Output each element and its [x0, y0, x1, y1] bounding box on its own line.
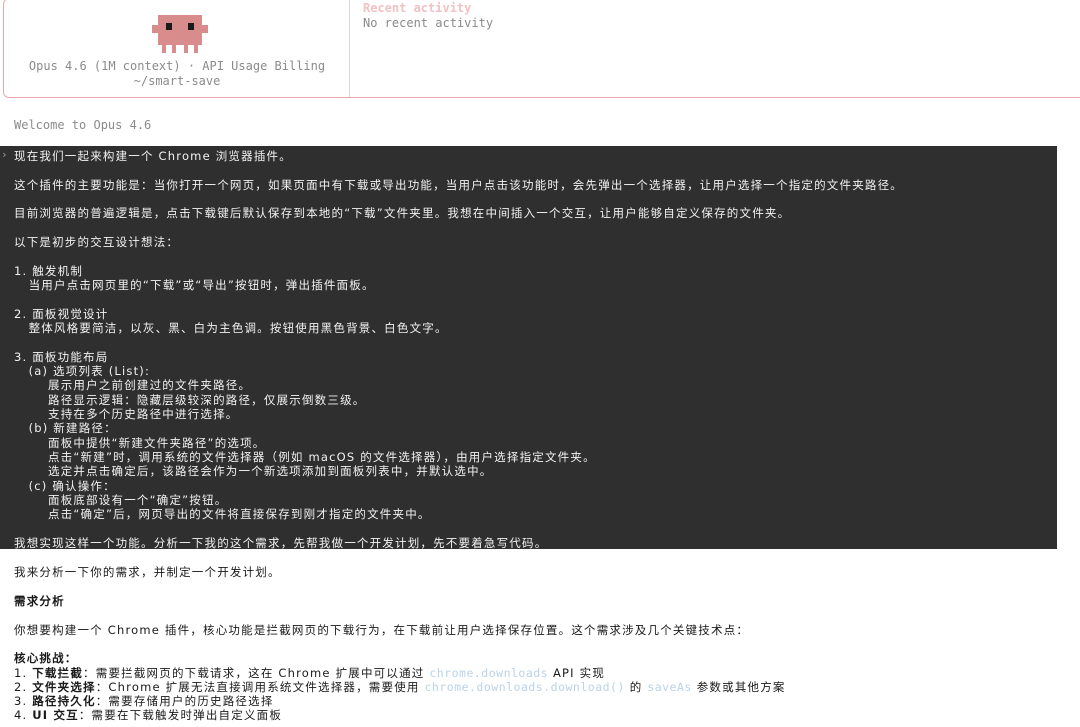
prompt-line: 点击“确定”后，网页导出的文件将直接保存到刚才指定的文件夹中。: [14, 507, 431, 521]
working-directory: ~/smart-save: [133, 74, 221, 88]
model-info: Opus 4.6 (1M context) · API Usage Billin…: [28, 59, 326, 73]
prompt-line: 展示用户之前创建过的文件夹路径。: [14, 378, 252, 392]
welcome-panel: Opus 4.6 (1M context) · API Usage Billin…: [3, 0, 1080, 98]
item-text: 参数或其他方案: [691, 680, 786, 694]
item-heading: UI 交互: [32, 708, 79, 722]
response-summary: 你想要构建一个 Chrome 插件，核心功能是拦截网页的下载行为，在下载前让用户…: [14, 623, 750, 637]
prompt-line: 目前浏览器的普遍逻辑是，点击下载键后默认保存到本地的“下载”文件夹里。我想在中间…: [14, 206, 791, 220]
welcome-message: Welcome to Opus 4.6: [14, 118, 152, 132]
item-heading: 文件夹选择: [32, 680, 96, 694]
item-text: 的: [624, 680, 648, 694]
prompt-line: 以下是初步的交互设计想法：: [14, 235, 180, 249]
recent-activity-empty: No recent activity: [363, 16, 494, 30]
challenges-title: 核心挑战：: [14, 651, 78, 665]
prompt-line: 我想实现这样一个功能。分析一下我的这个需求，先帮我做一个开发计划，先不要着急写代…: [14, 536, 548, 550]
item-text: ：需要拦截网页的下载请求，这在 Chrome 扩展中可以通过: [83, 666, 430, 680]
item-heading: 下载拦截: [32, 666, 84, 680]
challenge-item-ui: 4. UI 交互：需要在下载触发时弹出自定义面板: [14, 707, 282, 723]
item-text: API 实现: [548, 666, 606, 680]
inline-code: chrome.downloads: [429, 666, 549, 680]
recent-activity-title: Recent activity: [363, 1, 472, 15]
mascot-icon: [152, 15, 208, 53]
inline-code: chrome.downloads.download(): [424, 680, 625, 694]
item-number: 4.: [14, 708, 33, 722]
item-text: ：Chrome 扩展无法直接调用系统文件选择器，需要使用: [95, 680, 425, 694]
inline-code: saveAs: [647, 680, 692, 694]
prompt-line: 选定并点击确定后，该路径会作为一个新选项添加到面板列表中，并默认选中。: [14, 464, 493, 478]
prompt-line: 这个插件的主要功能是：当你打开一个网页，如果页面中有下载或导出功能，当用户点击该…: [14, 178, 903, 192]
response-section-title: 需求分析: [14, 594, 65, 608]
item-number: 2.: [14, 680, 33, 694]
user-prompt: › 现在我们一起来构建一个 Chrome 浏览器插件。 这个插件的主要功能是：当…: [0, 146, 1057, 550]
item-heading: 路径持久化: [32, 694, 96, 708]
response-intro: 我来分析一下你的需求，并制定一个开发计划。: [14, 565, 281, 579]
prompt-caret-icon: ›: [1, 148, 8, 161]
prompt-line: 整体风格要简洁，以灰、黑、白为主色调。按钮使用黑色背景、白色文字。: [14, 321, 448, 335]
item-number: 1.: [14, 666, 33, 680]
item-number: 3.: [14, 694, 33, 708]
welcome-info: Opus 4.6 (1M context) · API Usage Billin…: [4, 0, 350, 97]
item-text: ：需要存储用户的历史路径选择: [95, 694, 274, 708]
prompt-line: 当用户点击网页里的“下载”或“导出”按钮时，弹出插件面板。: [14, 278, 375, 292]
item-text: ：需要在下载触发时弹出自定义面板: [78, 708, 283, 722]
prompt-line: (b) 新建路径：: [14, 421, 117, 435]
prompt-line: 现在我们一起来构建一个 Chrome 浏览器插件。: [14, 149, 292, 163]
